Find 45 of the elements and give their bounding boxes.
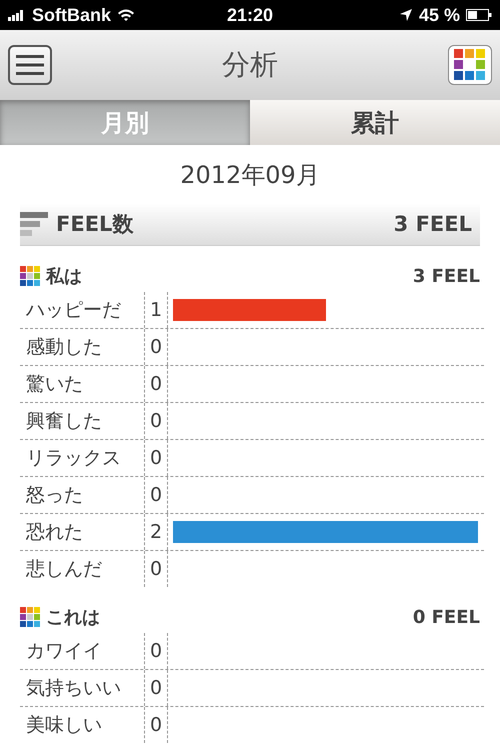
- feeling-count: 2: [145, 514, 168, 550]
- bars-icon: [20, 212, 48, 236]
- feeling-count: 0: [145, 551, 168, 587]
- menu-button[interactable]: [8, 45, 52, 85]
- feeling-label: 美味しい: [20, 707, 145, 743]
- feeling-label: 興奮した: [20, 403, 145, 439]
- feeling-label: ハッピーだ: [20, 292, 145, 328]
- feeling-label: カワイイ: [20, 633, 145, 669]
- feeling-count: 0: [145, 440, 168, 476]
- feeling-label: 驚いた: [20, 366, 145, 402]
- menu-icon: [16, 54, 44, 76]
- month-date: 2012年09月: [179, 160, 321, 191]
- section-title: これは: [46, 606, 100, 629]
- color-grid-icon: [20, 607, 40, 627]
- feeling-label: 恐れた: [20, 514, 145, 550]
- feeling-label: 気持ちいい: [20, 670, 145, 706]
- feeling-count: 0: [145, 366, 168, 402]
- carrier-name: SoftBank: [32, 4, 112, 26]
- screen-title: 分析: [222, 47, 278, 83]
- grid-button[interactable]: [448, 45, 492, 85]
- location-arrow-icon: [398, 8, 413, 22]
- section-title: 私は: [46, 265, 82, 288]
- tab[interactable]: 累計: [250, 100, 500, 145]
- feeling-count: 0: [145, 329, 168, 365]
- feeling-label: 感動した: [20, 329, 145, 365]
- wifi-icon: [117, 8, 136, 22]
- section-total: 3 FEEL: [412, 266, 480, 286]
- color-grid-icon: [20, 266, 40, 286]
- feeling-count: 1: [145, 292, 168, 328]
- feeling-count: 0: [145, 707, 168, 743]
- section-total: 0 FEEL: [412, 606, 480, 628]
- feeling-count: 0: [145, 670, 168, 706]
- signal-icon: [8, 9, 26, 21]
- feeling-label: リラックス: [20, 440, 145, 476]
- color-grid-icon: [454, 49, 486, 81]
- feeling-count: 0: [145, 477, 168, 513]
- status-time: 21:20: [226, 4, 274, 26]
- feeling-label: 悲しんだ: [20, 551, 145, 587]
- summary-total: 3 FEEL: [394, 212, 472, 236]
- feeling-count: 0: [145, 403, 168, 439]
- feeling-label: 怒った: [20, 477, 145, 513]
- summary-title: FEEL数: [56, 211, 134, 238]
- battery-icon: [466, 9, 492, 21]
- battery-percent: 45 %: [418, 4, 460, 26]
- feeling-count: 0: [145, 633, 168, 669]
